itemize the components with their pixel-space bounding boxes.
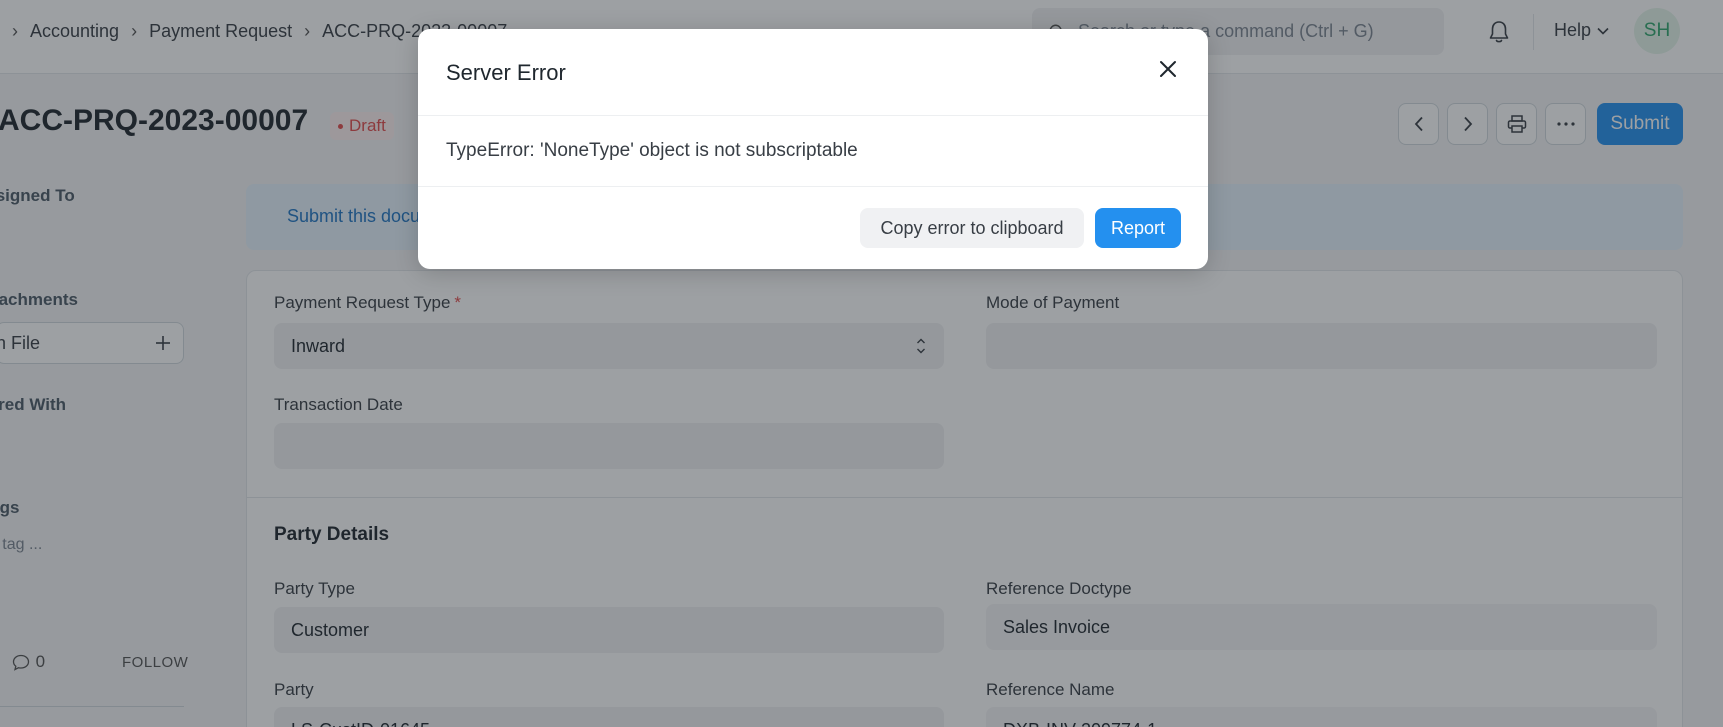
- error-message: TypeError: 'NoneType' object is not subs…: [446, 140, 858, 161]
- close-icon[interactable]: [1156, 57, 1180, 81]
- dialog-title: Server Error: [446, 60, 566, 85]
- report-button[interactable]: Report: [1095, 208, 1181, 248]
- dialog-header-divider: [418, 115, 1208, 116]
- server-error-dialog: Server Error TypeError: 'NoneType' objec…: [418, 29, 1208, 269]
- copy-error-button[interactable]: Copy error to clipboard: [860, 208, 1084, 248]
- dialog-footer-divider: [418, 186, 1208, 187]
